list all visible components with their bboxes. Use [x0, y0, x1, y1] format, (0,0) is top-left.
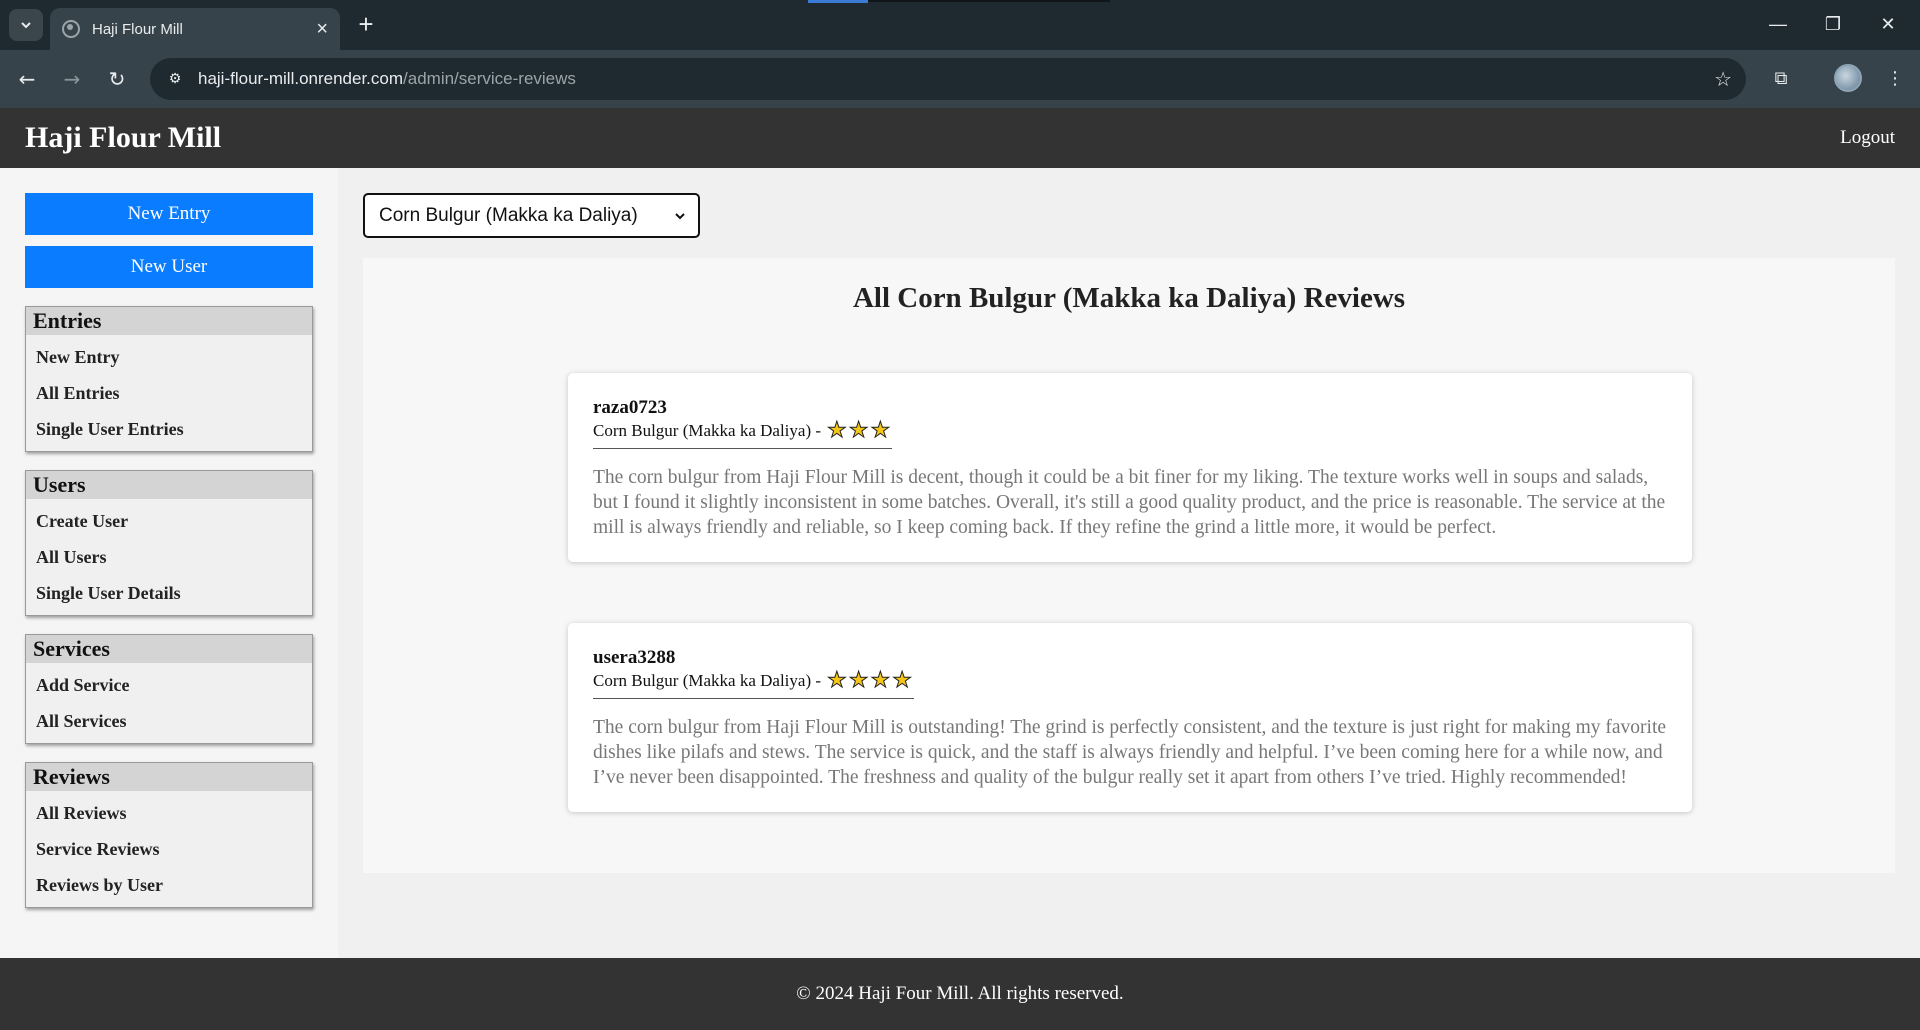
- browser-tab-strip: Haji Flour Mill × + — ❐ ✕: [0, 0, 1920, 50]
- new-user-button[interactable]: New User: [25, 246, 313, 288]
- sidebar-item-add-service[interactable]: Add Service: [36, 667, 312, 703]
- restore-window-button[interactable]: ❐: [1813, 10, 1853, 38]
- service-select-value: Corn Bulgur (Makka ka Daliya): [379, 204, 638, 226]
- sidebar-item-all-services[interactable]: All Services: [36, 703, 312, 739]
- star-rating: ★ ★ ★ ★: [827, 668, 914, 693]
- star-icon: ★: [827, 668, 848, 693]
- tab-strip-accent: [808, 0, 868, 3]
- extensions-puzzle-icon[interactable]: ⧉: [1766, 64, 1796, 94]
- sidebar-item-reviews-by-user[interactable]: Reviews by User: [36, 867, 312, 903]
- reviews-panel: All Corn Bulgur (Makka ka Daliya) Review…: [363, 258, 1895, 873]
- footer: © 2024 Haji Four Mill. All rights reserv…: [0, 958, 1920, 1030]
- review-card: raza0723 Corn Bulgur (Makka ka Daliya) -…: [568, 373, 1692, 562]
- sidebar-item-all-users[interactable]: All Users: [36, 539, 312, 575]
- sidebar: New Entry New User Entries New Entry All…: [0, 168, 338, 958]
- sidebar-section-services: Services Add Service All Services: [25, 634, 313, 744]
- service-select[interactable]: Corn Bulgur (Makka ka Daliya): [363, 193, 700, 238]
- chevron-down-icon: [675, 212, 685, 219]
- review-service-name: Corn Bulgur (Makka ka Daliya) -: [593, 671, 822, 690]
- star-icon: ★: [827, 418, 848, 443]
- url-path: /admin/service-reviews: [403, 69, 576, 88]
- star-icon: ★: [870, 418, 891, 443]
- browser-toolbar: ← → ↻ ⚙ haji-flour-mill.onrender.com/adm…: [0, 50, 1920, 108]
- review-service-name: Corn Bulgur (Makka ka Daliya) -: [593, 421, 822, 440]
- app-header: Haji Flour Mill Logout: [0, 108, 1920, 168]
- url-text[interactable]: haji-flour-mill.onrender.com/admin/servi…: [198, 69, 1714, 89]
- minimize-window-button[interactable]: —: [1758, 10, 1798, 38]
- address-bar[interactable]: ⚙ haji-flour-mill.onrender.com/admin/ser…: [150, 58, 1746, 100]
- browser-menu-icon[interactable]: ⋮: [1880, 64, 1910, 94]
- chevron-down-icon: [21, 22, 31, 29]
- sidebar-section-users: Users Create User All Users Single User …: [25, 470, 313, 616]
- star-rating: ★ ★ ★: [827, 418, 892, 443]
- footer-copyright: © 2024 Haji Four Mill. All rights reserv…: [796, 983, 1124, 1004]
- review-service-line: Corn Bulgur (Makka ka Daliya) - ★ ★ ★ ★: [593, 668, 914, 699]
- sidebar-item-all-reviews[interactable]: All Reviews: [36, 795, 312, 831]
- close-tab-icon[interactable]: ×: [316, 19, 328, 39]
- star-icon: ★: [892, 668, 913, 693]
- site-info-icon[interactable]: ⚙: [164, 68, 186, 90]
- sidebar-section-reviews: Reviews All Reviews Service Reviews Revi…: [25, 762, 313, 908]
- sidebar-item-single-user-entries[interactable]: Single User Entries: [36, 411, 312, 447]
- tab-title: Haji Flour Mill: [92, 20, 183, 38]
- sidebar-item-new-entry[interactable]: New Entry: [36, 339, 312, 375]
- new-entry-button[interactable]: New Entry: [25, 193, 313, 235]
- section-title: Services: [26, 635, 312, 663]
- sidebar-section-entries: Entries New Entry All Entries Single Use…: [25, 306, 313, 452]
- profile-avatar[interactable]: [1834, 64, 1862, 92]
- sidebar-item-create-user[interactable]: Create User: [36, 503, 312, 539]
- section-title: Reviews: [26, 763, 312, 791]
- sidebar-item-all-entries[interactable]: All Entries: [36, 375, 312, 411]
- review-text: The corn bulgur from Haji Flour Mill is …: [593, 717, 1667, 788]
- review-service-line: Corn Bulgur (Makka ka Daliya) - ★ ★ ★: [593, 418, 893, 449]
- star-icon: ★: [870, 668, 891, 693]
- section-title: Users: [26, 471, 312, 499]
- bookmark-star-icon[interactable]: ☆: [1714, 67, 1732, 91]
- reload-icon[interactable]: ↻: [102, 64, 132, 94]
- review-card: usera3288 Corn Bulgur (Makka ka Daliya) …: [568, 623, 1692, 812]
- url-host: haji-flour-mill.onrender.com: [198, 69, 404, 88]
- app-title: Haji Flour Mill: [25, 121, 222, 154]
- section-title: Entries: [26, 307, 312, 335]
- browser-tab[interactable]: Haji Flour Mill ×: [50, 8, 340, 50]
- review-text: The corn bulgur from Haji Flour Mill is …: [593, 467, 1666, 538]
- star-icon: ★: [848, 418, 869, 443]
- page-title: All Corn Bulgur (Makka ka Daliya) Review…: [852, 282, 1406, 314]
- back-arrow-icon[interactable]: ←: [12, 64, 42, 94]
- sidebar-item-single-user-details[interactable]: Single User Details: [36, 575, 312, 611]
- star-icon: ★: [848, 668, 869, 693]
- reviewer-name: usera3288: [593, 647, 676, 668]
- tab-search-button[interactable]: [9, 9, 43, 41]
- forward-arrow-icon[interactable]: →: [57, 64, 87, 94]
- logout-link[interactable]: Logout: [1840, 127, 1895, 149]
- new-tab-button[interactable]: +: [352, 10, 380, 38]
- globe-icon: [62, 20, 80, 38]
- close-window-button[interactable]: ✕: [1868, 10, 1908, 38]
- sidebar-item-service-reviews[interactable]: Service Reviews: [36, 831, 312, 867]
- tab-strip-divider: [868, 0, 1110, 2]
- reviewer-name: raza0723: [593, 397, 667, 418]
